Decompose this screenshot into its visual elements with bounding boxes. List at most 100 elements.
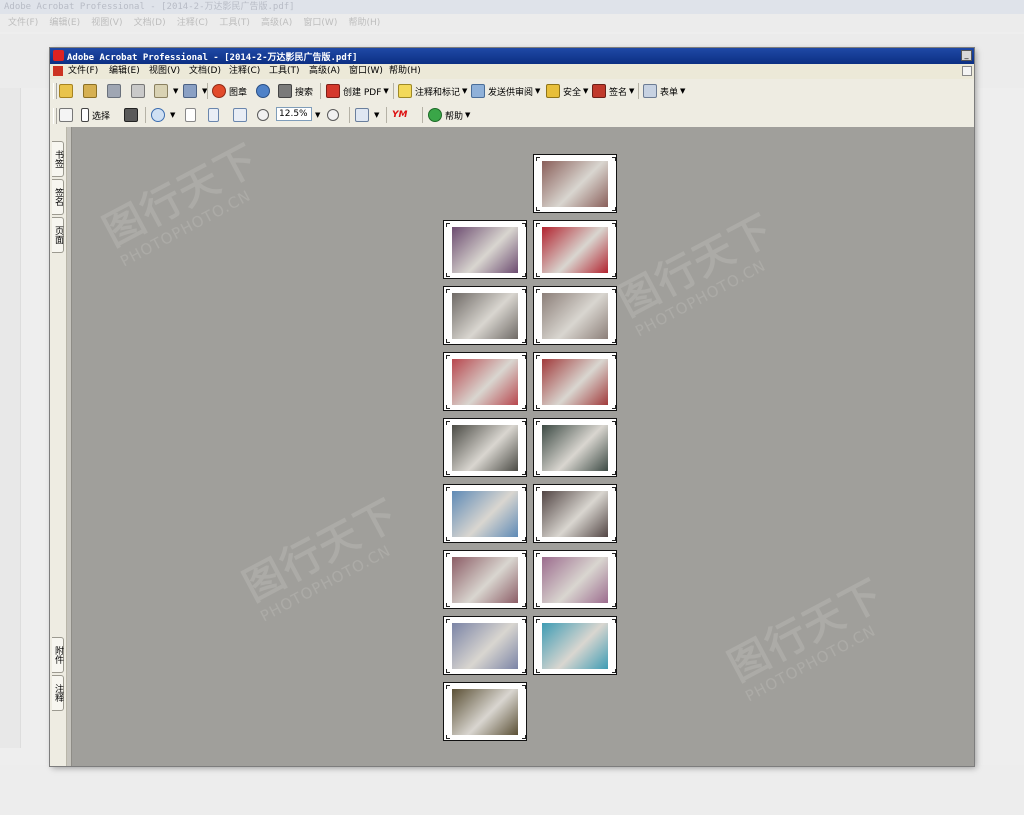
comment-markup-button[interactable]: 注释和标记 ▼: [398, 83, 467, 99]
tab-comments[interactable]: 注释: [52, 675, 64, 711]
crop-mark: [446, 471, 447, 475]
comment-label: 注释和标记: [415, 87, 461, 98]
stamp-button[interactable]: 图章: [212, 83, 247, 99]
menu-advanced[interactable]: 高级(A): [309, 65, 340, 78]
select-tool-button[interactable]: 选择: [81, 107, 110, 123]
save-button[interactable]: [107, 83, 124, 99]
minimize-button[interactable]: _: [961, 50, 972, 61]
tab-pages[interactable]: 页面: [52, 217, 64, 253]
menu-tools[interactable]: 工具(T): [269, 65, 300, 78]
crop-mark: [615, 157, 616, 161]
document-canvas[interactable]: 图行天下 PHOTOPHOTO.CN 图行天下 PHOTOPHOTO.CN 图行…: [72, 127, 974, 766]
help-button[interactable]: 帮助 ▼: [428, 107, 470, 123]
crop-mark: [615, 619, 616, 623]
menu-document[interactable]: 文档(D): [189, 65, 221, 78]
page-thumbnail-image: [542, 557, 608, 603]
page-thumbnail-image: [452, 227, 518, 273]
page-thumbnail[interactable]: [533, 352, 617, 411]
search-button[interactable]: 搜索: [278, 83, 313, 99]
rotate-icon: [355, 108, 369, 122]
page-thumbnail-image: [542, 161, 608, 207]
watermark-cn: 图行天下: [235, 490, 407, 611]
sign-label: 签名: [609, 87, 628, 98]
page-thumbnail[interactable]: [443, 550, 527, 609]
title-bar[interactable]: Adobe Acrobat Professional - [2014-2-万达影…: [50, 48, 974, 64]
web-button[interactable]: [256, 83, 273, 99]
background-title-bar: Adobe Acrobat Professional - [2014-2-万达影…: [0, 0, 1024, 14]
sign-button[interactable]: 签名 ▼: [592, 83, 634, 99]
page-thumbnail[interactable]: [443, 616, 527, 675]
menu-help[interactable]: 帮助(H): [389, 65, 421, 78]
page-thumbnail[interactable]: [443, 682, 527, 741]
toolbar-grip[interactable]: [53, 83, 57, 99]
fit-width-button[interactable]: [233, 107, 250, 123]
crop-mark: [615, 207, 616, 211]
page-thumbnail[interactable]: [443, 286, 527, 345]
open-button[interactable]: [59, 83, 76, 99]
ym-plugin-button[interactable]: YM: [392, 107, 407, 123]
crop-mark: [446, 339, 447, 343]
page-thumbnail[interactable]: [533, 550, 617, 609]
tab-signatures[interactable]: 签名: [52, 179, 64, 215]
crop-mark: [446, 405, 447, 409]
page-thumbnail[interactable]: [443, 418, 527, 477]
page-icon: [185, 108, 196, 122]
crop-mark: [446, 537, 447, 541]
crop-mark: [525, 537, 526, 541]
zoom-out-icon: [257, 109, 269, 121]
menu-window[interactable]: 窗口(W): [349, 65, 383, 78]
crop-mark: [536, 207, 537, 211]
send-review-icon: [471, 84, 485, 98]
zoom-tool-button[interactable]: ▼: [151, 107, 175, 123]
page-thumbnail[interactable]: [533, 220, 617, 279]
toolbar-grip[interactable]: [53, 108, 57, 124]
zoom-out-button[interactable]: [257, 107, 272, 123]
create-pdf-button[interactable]: 创建 PDF ▼: [326, 83, 389, 99]
attach-button[interactable]: ▼: [183, 83, 207, 99]
page-thumbnail[interactable]: [533, 484, 617, 543]
page-thumbnail[interactable]: [443, 352, 527, 411]
hand-tool-button[interactable]: [59, 107, 76, 123]
forms-button[interactable]: 表单 ▼: [643, 83, 685, 99]
crop-mark: [615, 421, 616, 425]
ym-label: YM: [392, 110, 408, 120]
crop-mark: [525, 603, 526, 607]
zoom-level-input[interactable]: 12.5%: [276, 107, 312, 121]
crop-mark: [446, 355, 447, 359]
fit-page-button[interactable]: [208, 107, 222, 123]
pen-icon: [592, 84, 606, 98]
page-thumbnail[interactable]: [533, 154, 617, 213]
menu-comments[interactable]: 注释(C): [229, 65, 260, 78]
text-cursor-icon: [81, 108, 89, 122]
crop-mark: [525, 273, 526, 277]
watermark: 图行天下 PHOTOPHOTO.CN: [611, 196, 813, 347]
security-button[interactable]: 安全 ▼: [546, 83, 588, 99]
snapshot-button[interactable]: [124, 107, 141, 123]
crop-mark: [615, 339, 616, 343]
email-button[interactable]: ▼: [154, 83, 178, 99]
send-review-button[interactable]: 发送供审阅 ▼: [471, 83, 540, 99]
rotate-view-button[interactable]: ▼: [355, 107, 379, 123]
page-thumbnail[interactable]: [533, 616, 617, 675]
document-minimize-button[interactable]: [962, 66, 972, 76]
tab-attachments[interactable]: 附件: [52, 637, 64, 673]
actual-size-button[interactable]: [185, 107, 199, 123]
print-button[interactable]: [131, 83, 148, 99]
page-thumbnail[interactable]: [533, 418, 617, 477]
background-side-panel: [0, 88, 21, 748]
crop-mark: [536, 487, 537, 491]
comment-icon: [398, 84, 412, 98]
menu-file[interactable]: 文件(F): [68, 65, 98, 78]
toolbar-separator: [349, 107, 350, 123]
organizer-button[interactable]: [83, 83, 100, 99]
page-thumbnail[interactable]: [443, 220, 527, 279]
menu-view[interactable]: 视图(V): [149, 65, 180, 78]
zoom-dropdown[interactable]: ▼: [313, 107, 320, 123]
tab-bookmarks[interactable]: 书签: [52, 141, 64, 177]
menu-edit[interactable]: 编辑(E): [109, 65, 140, 78]
crop-mark: [525, 685, 526, 689]
page-thumbnail[interactable]: [443, 484, 527, 543]
page-thumbnail-image: [452, 425, 518, 471]
zoom-in-button[interactable]: [327, 107, 342, 123]
page-thumbnail[interactable]: [533, 286, 617, 345]
